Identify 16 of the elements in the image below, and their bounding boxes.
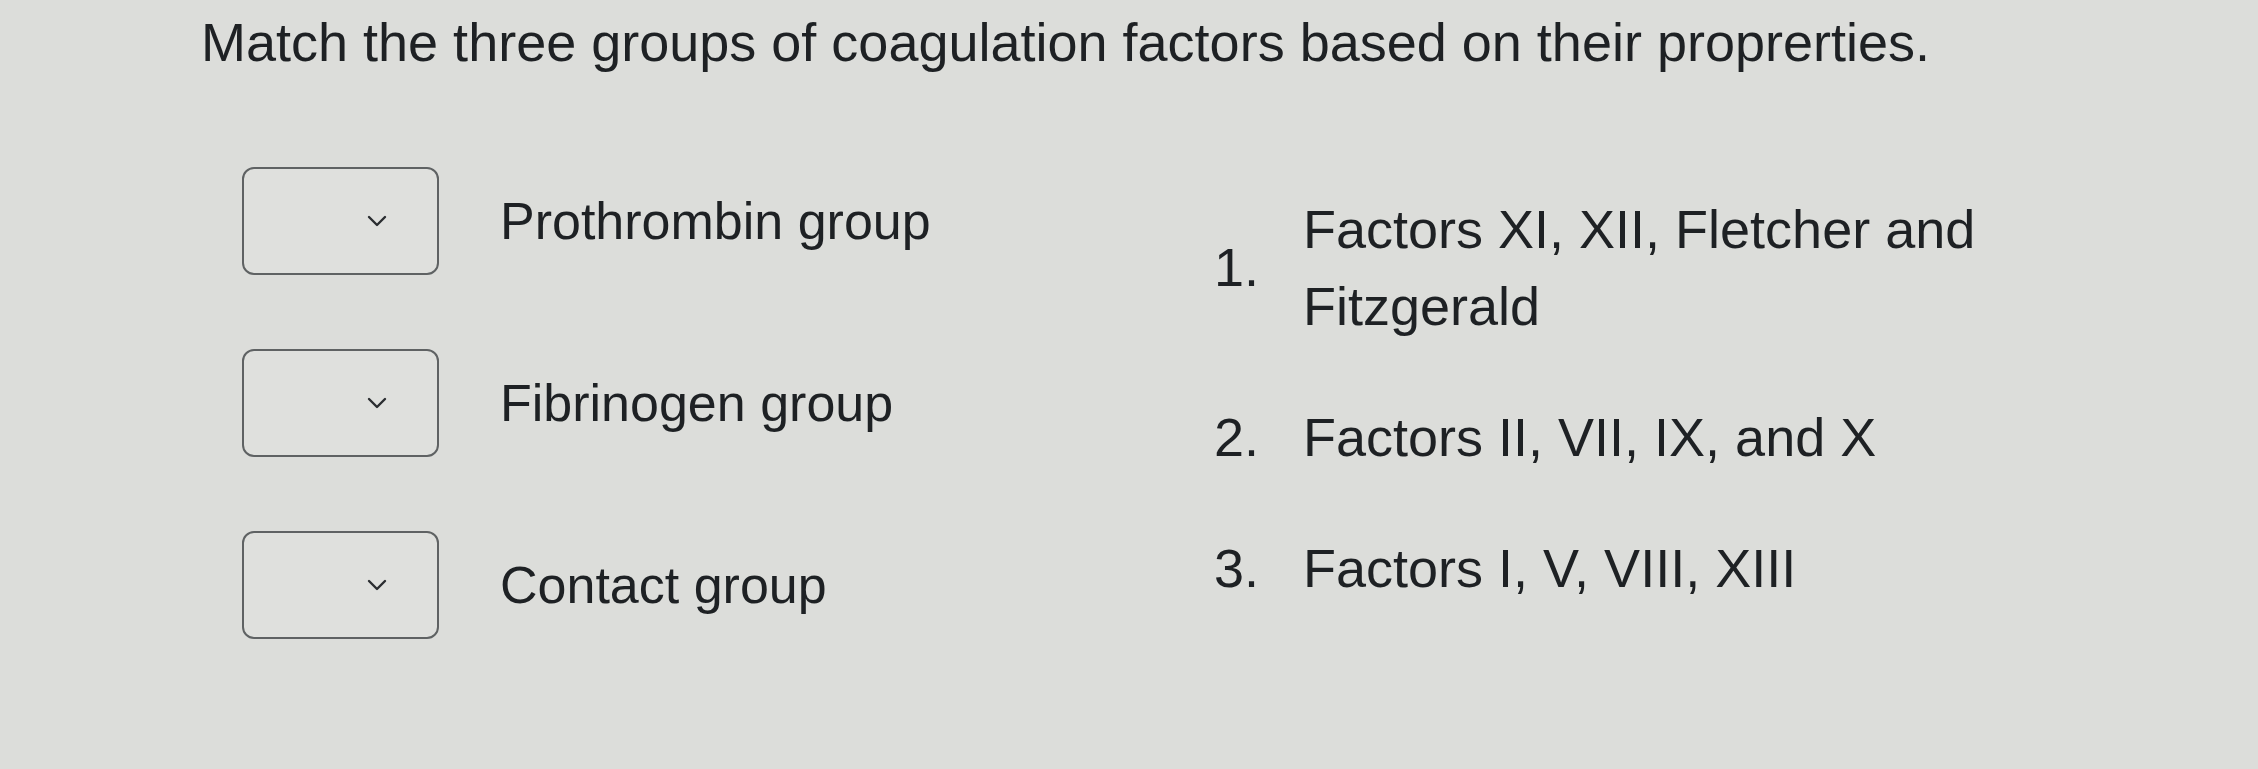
chevron-down-icon xyxy=(367,214,387,227)
answer-dropdown[interactable] xyxy=(242,166,439,275)
chevron-down-icon xyxy=(367,396,387,409)
answer-dropdown[interactable] xyxy=(242,348,439,457)
answer-text: Factors I, V, VIII, XIII xyxy=(1303,536,1798,600)
answer-number: 1. xyxy=(1214,236,1261,300)
prompt-label: Fibrinogen group xyxy=(500,372,894,434)
answer-number: 3. xyxy=(1214,536,1261,600)
answer-text: Factors II, VII, IX, and X xyxy=(1303,405,1878,469)
answer-dropdown[interactable] xyxy=(242,530,439,639)
answer-text: Factors XI, XII, Fletcher and Fitzgerald xyxy=(1303,197,1977,338)
prompt-label: Contact group xyxy=(500,554,827,616)
question-title: Match the three groups of coagulation factors based on their proprerties. xyxy=(201,11,1930,74)
prompt-label: Prothrombin group xyxy=(500,190,931,252)
answer-number: 2. xyxy=(1214,405,1261,469)
chevron-down-icon xyxy=(367,578,387,591)
